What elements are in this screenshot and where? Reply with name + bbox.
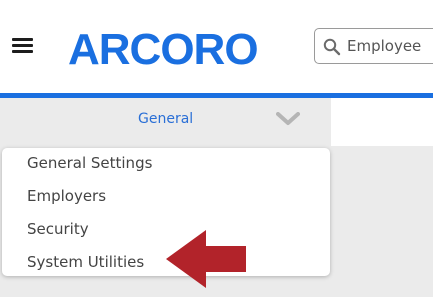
menu-item-security[interactable]: Security xyxy=(27,220,89,238)
arrow-left-icon xyxy=(166,230,246,288)
subnav-right-panel xyxy=(331,98,433,146)
search-box[interactable] xyxy=(314,28,433,64)
search-icon xyxy=(323,38,341,56)
arcoro-logo[interactable]: ARCORO xyxy=(68,25,272,74)
logo-text: ARCORO xyxy=(68,26,258,70)
chevron-down-icon[interactable] xyxy=(276,112,300,126)
menu-item-general-settings[interactable]: General Settings xyxy=(27,154,152,172)
general-dropdown-label[interactable]: General xyxy=(138,111,193,127)
search-input[interactable] xyxy=(347,33,433,59)
hamburger-menu-icon[interactable] xyxy=(12,38,33,54)
menu-item-system-utilities[interactable]: System Utilities xyxy=(27,253,144,271)
menu-item-employers[interactable]: Employers xyxy=(27,187,106,205)
